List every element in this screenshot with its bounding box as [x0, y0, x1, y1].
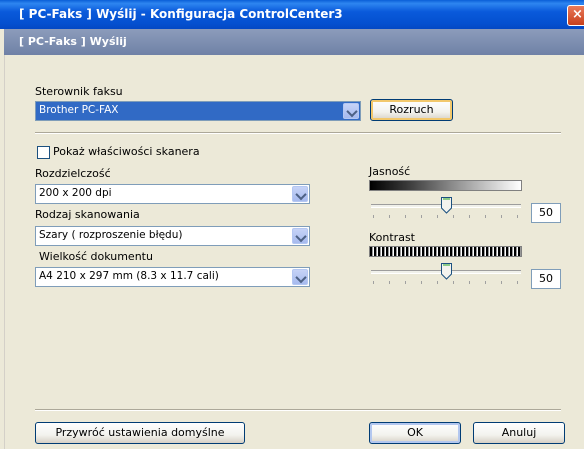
start-button[interactable]: Rozruch	[370, 99, 453, 121]
brightness-slider-thumb[interactable]	[440, 197, 452, 214]
fax-driver-label: Sterownik faksu	[35, 85, 123, 98]
brightness-value-box[interactable]: 50	[531, 203, 561, 223]
contrast-slider-thumb[interactable]	[440, 263, 452, 280]
close-icon: ×	[572, 7, 583, 22]
fax-driver-value: Brother PC-FAX	[39, 104, 119, 116]
chevron-down-icon[interactable]	[343, 103, 359, 119]
panel-title: [ PC-Faks ] Wyślij	[19, 35, 127, 48]
scan-type-value: Szary ( rozproszenie błędu)	[39, 229, 183, 241]
window-titlebar: [ PC-Faks ] Wyślij - Konfiguracja Contro…	[0, 0, 584, 29]
contrast-pattern-bar	[369, 246, 522, 257]
resolution-label: Rozdzielczość	[35, 167, 111, 180]
document-size-select[interactable]: A4 210 x 297 mm (8.3 x 11.7 cali)	[35, 267, 310, 287]
chevron-down-icon[interactable]	[292, 228, 308, 244]
chevron-down-icon[interactable]	[292, 186, 308, 202]
separator-top	[35, 132, 561, 134]
chevron-down-icon[interactable]	[292, 269, 308, 285]
document-size-label: Wielkość dokumentu	[39, 250, 153, 263]
window-title: [ PC-Faks ] Wyślij - Konfiguracja Contro…	[19, 7, 343, 21]
separator-bottom	[35, 409, 561, 411]
brightness-gradient-bar	[369, 180, 522, 191]
show-scanner-properties-label[interactable]: Pokaż właściwości skanera	[53, 145, 200, 158]
restore-defaults-button[interactable]: Przywróć ustawienia domyślne	[35, 422, 245, 444]
resolution-value: 200 x 200 dpi	[39, 187, 112, 199]
contrast-value-box[interactable]: 50	[531, 269, 561, 289]
resolution-select[interactable]: 200 x 200 dpi	[35, 184, 310, 204]
panel-header: [ PC-Faks ] Wyślij	[4, 29, 584, 55]
contrast-label: Kontrast	[369, 231, 415, 244]
ok-button[interactable]: OK	[369, 422, 461, 444]
scan-type-label: Rodzaj skanowania	[35, 208, 140, 221]
brightness-label: Jasność	[369, 165, 411, 178]
close-button[interactable]: ×	[567, 5, 584, 26]
fax-driver-select[interactable]: Brother PC-FAX	[35, 101, 361, 121]
scan-type-select[interactable]: Szary ( rozproszenie błędu)	[35, 226, 310, 246]
show-scanner-properties-checkbox[interactable]	[37, 146, 50, 159]
document-size-value: A4 210 x 297 mm (8.3 x 11.7 cali)	[39, 270, 219, 282]
cancel-button[interactable]: Anuluj	[473, 422, 565, 444]
main-content: Sterownik faksu Brother PC-FAX Rozruch P…	[4, 55, 584, 449]
